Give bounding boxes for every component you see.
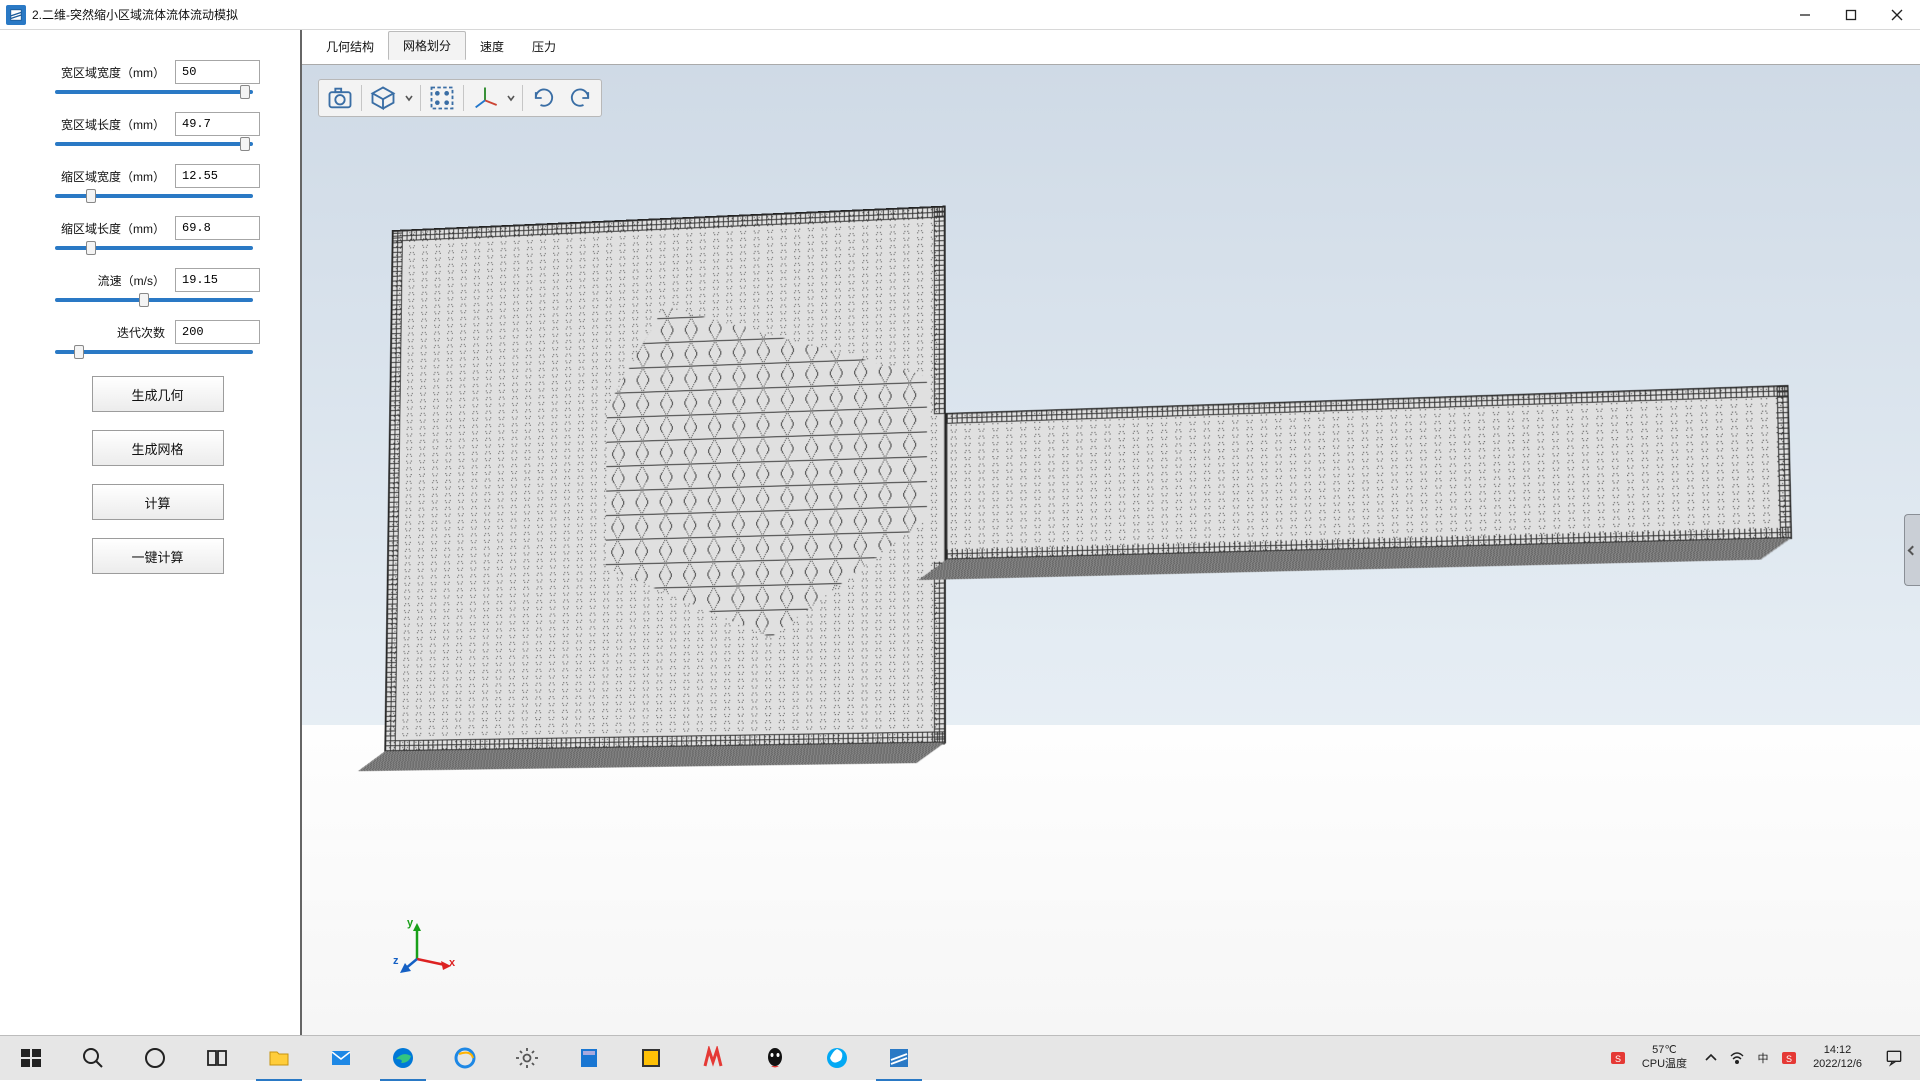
calculator-icon[interactable]: [558, 1036, 620, 1081]
browser-icon[interactable]: [806, 1036, 868, 1081]
tray-chevron-up-icon[interactable]: [1701, 1048, 1721, 1068]
tab-velocity[interactable]: 速度: [466, 33, 518, 60]
sticky-notes-icon[interactable]: [620, 1036, 682, 1081]
iterations-slider[interactable]: [55, 350, 253, 354]
app-taskbar-icon[interactable]: [868, 1036, 930, 1081]
cortana-icon[interactable]: [124, 1036, 186, 1081]
maximize-button[interactable]: [1828, 0, 1874, 30]
param-label: 缩区域长度（mm）: [55, 220, 165, 237]
search-icon[interactable]: [62, 1036, 124, 1081]
temp-label: CPU温度: [1642, 1058, 1687, 1072]
rotate-ccw-icon[interactable]: [565, 83, 595, 113]
close-button[interactable]: [1874, 0, 1920, 30]
narrow-width-slider[interactable]: [55, 194, 253, 198]
svg-text:S: S: [1615, 1054, 1621, 1064]
temp-value: 57℃: [1642, 1044, 1687, 1058]
view-cube-icon[interactable]: [368, 83, 398, 113]
3d-viewport[interactable]: y x z: [302, 64, 1920, 1035]
tray-sogou-icon[interactable]: S: [1608, 1048, 1628, 1068]
minimize-button[interactable]: [1782, 0, 1828, 30]
mesh-model: [384, 168, 1803, 791]
iterations-input[interactable]: [175, 320, 260, 344]
window-controls: [1782, 0, 1920, 30]
axes-dropdown-icon[interactable]: [506, 94, 516, 102]
wide-width-slider[interactable]: [55, 90, 253, 94]
window-titlebar: 2.二维-突然缩小区域流体流体流动模拟: [0, 0, 1920, 30]
settings-icon[interactable]: [496, 1036, 558, 1081]
camera-icon[interactable]: [325, 83, 355, 113]
param-label: 缩区域宽度（mm）: [55, 168, 165, 185]
task-view-icon[interactable]: [186, 1036, 248, 1081]
generate-mesh-button[interactable]: 生成网格: [92, 430, 224, 466]
velocity-input[interactable]: [175, 268, 260, 292]
edge-icon[interactable]: [372, 1036, 434, 1081]
viewport-toolbar: [318, 79, 602, 117]
parameters-sidebar: 宽区域宽度（mm） 宽区域长度（mm） 缩区域宽度（mm） 缩区域长度（mm） …: [0, 30, 300, 1035]
axes-icon[interactable]: [470, 83, 500, 113]
wide-length-input[interactable]: [175, 112, 260, 136]
generate-geometry-button[interactable]: 生成几何: [92, 376, 224, 412]
narrow-length-input[interactable]: [175, 216, 260, 240]
wide-width-input[interactable]: [175, 60, 260, 84]
velocity-slider[interactable]: [55, 298, 253, 302]
axis-triad: y x z: [397, 917, 457, 977]
qq-icon[interactable]: [744, 1036, 806, 1081]
app-icon: [6, 5, 26, 25]
cpu-temp-readout[interactable]: 57℃ CPU温度: [1634, 1044, 1695, 1072]
viewport-side-handle[interactable]: [1904, 514, 1920, 586]
tray-sogou2-icon[interactable]: S: [1779, 1048, 1799, 1068]
axis-z-label: z: [393, 955, 399, 967]
view-cube-dropdown-icon[interactable]: [404, 94, 414, 102]
one-click-compute-button[interactable]: 一键计算: [92, 538, 224, 574]
axis-y-label: y: [407, 917, 413, 929]
svg-text:中: 中: [1758, 1052, 1769, 1065]
tab-geometry[interactable]: 几何结构: [312, 33, 388, 60]
file-explorer-icon[interactable]: [248, 1036, 310, 1081]
window-title: 2.二维-突然缩小区域流体流体流动模拟: [32, 6, 238, 23]
tab-bar: 几何结构 网格划分 速度 压力: [302, 30, 1920, 60]
rotate-cw-icon[interactable]: [529, 83, 559, 113]
tray-ime-icon[interactable]: 中: [1753, 1048, 1773, 1068]
param-label: 流速（m/s）: [55, 272, 165, 289]
ie-icon[interactable]: [434, 1036, 496, 1081]
param-label: 宽区域宽度（mm）: [55, 64, 165, 81]
fit-view-icon[interactable]: [427, 83, 457, 113]
axis-x-label: x: [449, 957, 455, 969]
narrow-width-input[interactable]: [175, 164, 260, 188]
tab-pressure[interactable]: 压力: [518, 33, 570, 60]
compute-button[interactable]: 计算: [92, 484, 224, 520]
wps-icon[interactable]: [682, 1036, 744, 1081]
svg-text:S: S: [1786, 1054, 1792, 1064]
param-label: 迭代次数: [55, 324, 165, 341]
mail-icon[interactable]: [310, 1036, 372, 1081]
tab-mesh[interactable]: 网格划分: [388, 31, 466, 60]
date-label: 2022/12/6: [1813, 1058, 1862, 1072]
windows-taskbar: S 57℃ CPU温度 中 S 14:12 2022/12/6: [0, 1035, 1920, 1080]
wide-length-slider[interactable]: [55, 142, 253, 146]
narrow-length-slider[interactable]: [55, 246, 253, 250]
clock[interactable]: 14:12 2022/12/6: [1805, 1044, 1870, 1072]
time-label: 14:12: [1813, 1044, 1862, 1058]
tray-wifi-icon[interactable]: [1727, 1048, 1747, 1068]
start-button[interactable]: [0, 1036, 62, 1081]
param-label: 宽区域长度（mm）: [55, 116, 165, 133]
action-center-icon[interactable]: [1876, 1036, 1912, 1081]
content-area: 几何结构 网格划分 速度 压力: [300, 30, 1920, 1035]
